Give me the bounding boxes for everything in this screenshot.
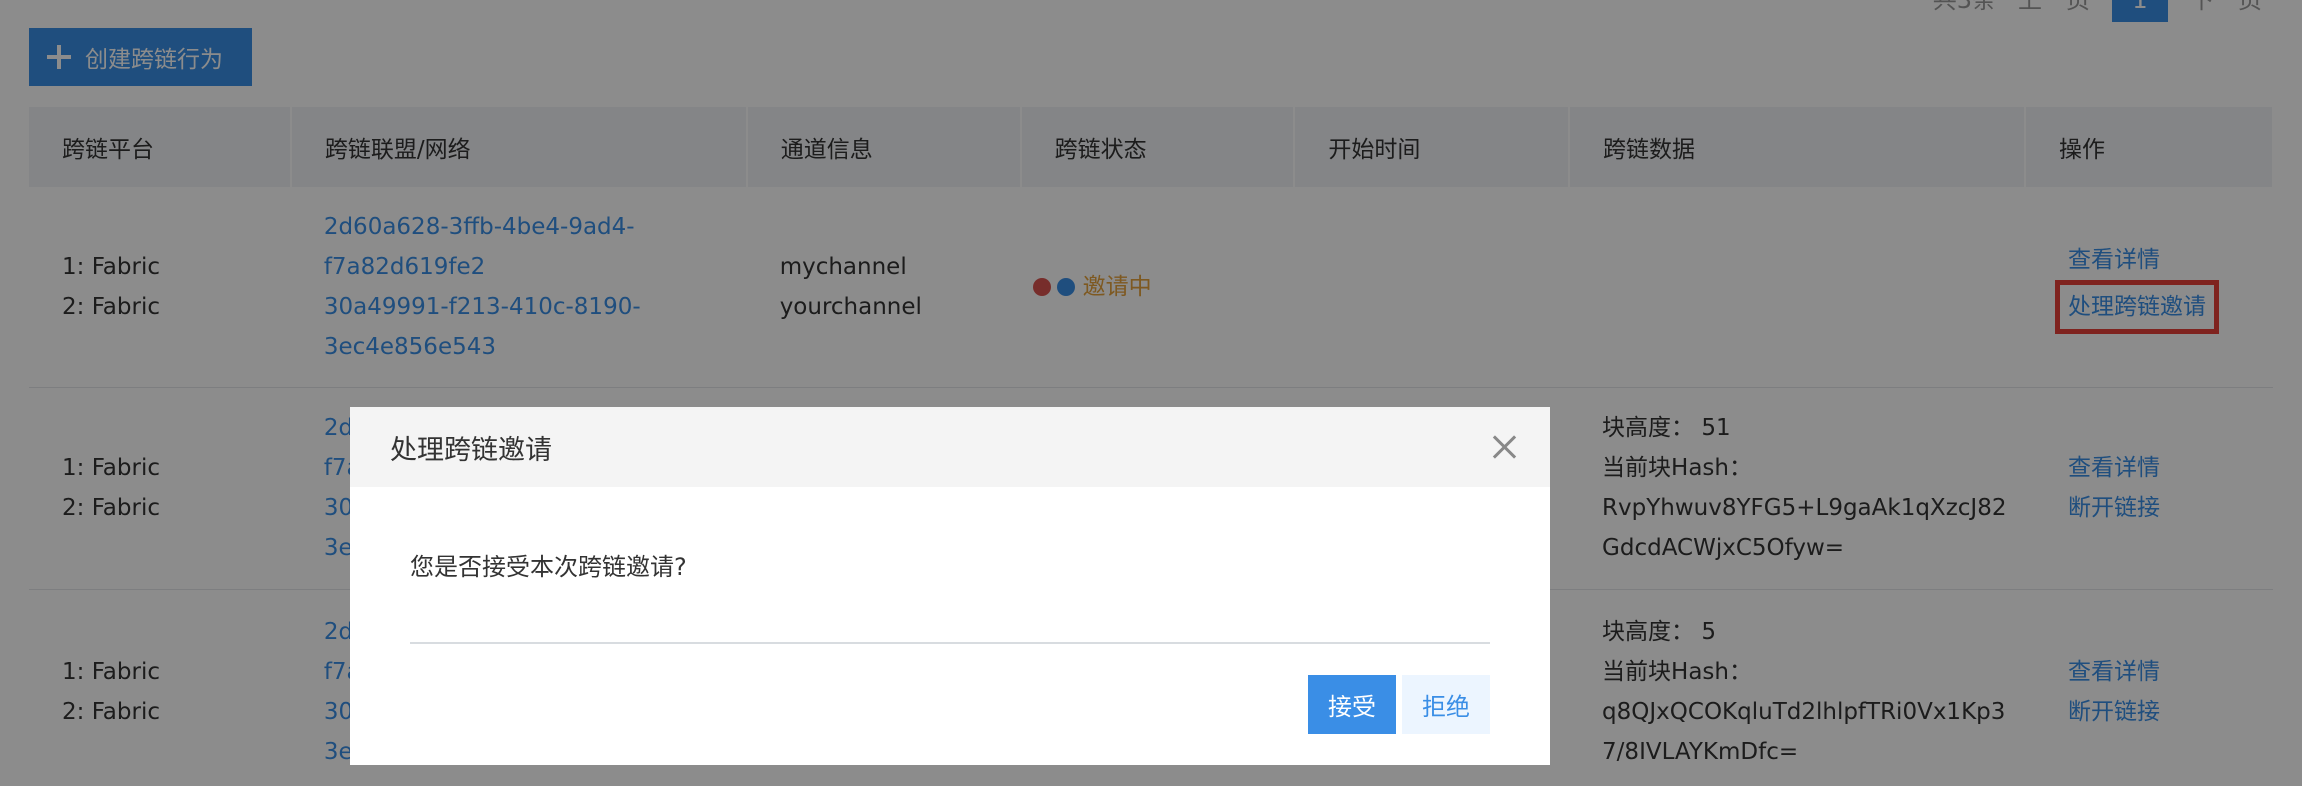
close-icon[interactable] (1492, 435, 1516, 459)
handle-invitation-dialog: 处理跨链邀请 您是否接受本次跨链邀请? 接受 拒绝 (350, 407, 1550, 765)
dialog-header: 处理跨链邀请 (350, 407, 1550, 487)
dialog-message: 您是否接受本次跨链邀请? (410, 553, 687, 581)
reject-button[interactable]: 拒绝 (1402, 675, 1490, 734)
dialog-divider (410, 642, 1490, 644)
dialog-title: 处理跨链邀请 (390, 434, 552, 466)
accept-button[interactable]: 接受 (1308, 675, 1396, 734)
